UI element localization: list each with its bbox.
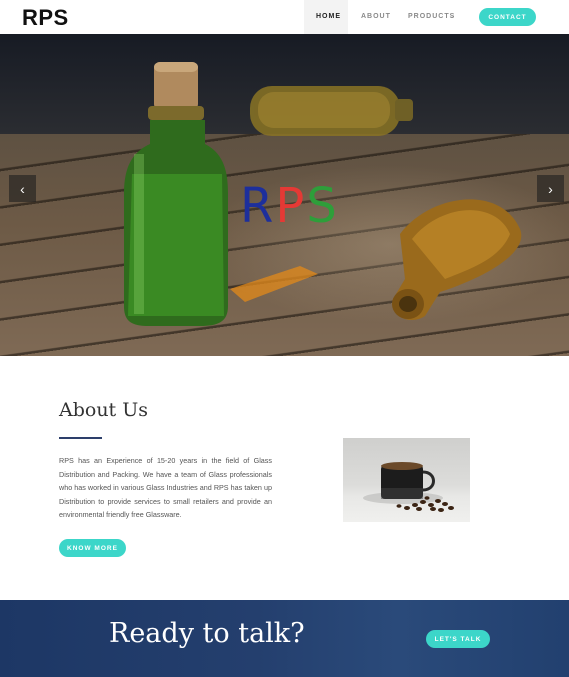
hero-brand-letter: P	[275, 178, 307, 234]
site-logo[interactable]: RPS	[22, 5, 69, 31]
lets-talk-button[interactable]: LET'S TALK	[426, 630, 490, 648]
coffee-cup-image	[343, 438, 470, 522]
know-more-button[interactable]: KNOW MORE	[59, 539, 126, 557]
slider-next-button[interactable]: ›	[537, 175, 564, 202]
nav-item-about[interactable]: ABOUT	[361, 13, 391, 20]
about-paragraph: RPS has an Experience of 15-20 years in …	[59, 456, 272, 520]
chevron-left-icon: ‹	[20, 180, 25, 197]
cta-title: Ready to talk?	[109, 618, 305, 649]
contact-button[interactable]: CONTACT	[479, 8, 536, 26]
chevron-right-icon: ›	[548, 180, 553, 197]
coffee-cup-illustration	[363, 462, 454, 512]
hero-brand-letter: R	[240, 178, 276, 234]
top-navbar: RPS HOME ABOUT PRODUCTS ⌄ CONTACT	[0, 0, 569, 34]
about-divider	[59, 437, 102, 439]
hero-brand-letter: S	[306, 178, 339, 234]
hero-brand-text: RPS	[240, 178, 339, 234]
about-title: About Us	[59, 399, 148, 421]
nav-item-home[interactable]: HOME	[316, 13, 341, 20]
hero-slider: RPS ‹ ›	[0, 34, 569, 356]
slider-prev-button[interactable]: ‹	[9, 175, 36, 202]
chevron-down-icon[interactable]: ⌄	[449, 12, 455, 20]
